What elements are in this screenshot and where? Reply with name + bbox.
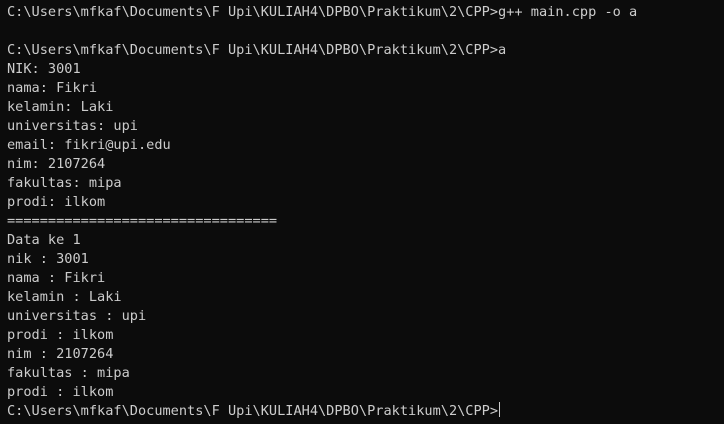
output-line-data-prodi: prodi : ilkom [7,327,114,343]
output-line-nama: nama: Fikri [7,80,98,96]
command-line-compile: C:\Users\mfkaf\Documents\F Upi\KULIAH4\D… [7,4,638,20]
terminal-window[interactable]: C:\Users\mfkaf\Documents\F Upi\KULIAH4\D… [0,0,724,424]
prompt-line[interactable]: C:\Users\mfkaf\Documents\F Upi\KULIAH4\D… [7,402,724,421]
output-line-data-universitas: universitas : upi [7,308,147,324]
command-line-run: C:\Users\mfkaf\Documents\F Upi\KULIAH4\D… [7,42,507,58]
output-separator: ================================= [7,213,278,229]
output-line-data-kelamin: kelamin : Laki [7,289,122,305]
output-line-fakultas: fakultas: mipa [7,175,122,191]
output-line-data-fakultas: fakultas : mipa [7,365,130,381]
output-line-nim: nim: 2107264 [7,156,106,172]
text-cursor [499,402,501,417]
output-line-prodi: prodi: ilkom [7,194,106,210]
output-line-data-nama: nama : Fikri [7,270,106,286]
output-line-data-heading: Data ke 1 [7,232,81,248]
output-line-data-nim: nim : 2107264 [7,346,114,362]
output-line-kelamin: kelamin: Laki [7,99,114,115]
output-line-data-prodi-2: prodi : ilkom [7,384,114,400]
output-line-email: email: fikri@upi.edu [7,137,171,153]
output-line-universitas: universitas: upi [7,118,138,134]
output-line-nik: NIK: 3001 [7,61,81,77]
output-line-data-nik: nik : 3001 [7,251,89,267]
prompt-text: C:\Users\mfkaf\Documents\F Upi\KULIAH4\D… [7,403,499,419]
